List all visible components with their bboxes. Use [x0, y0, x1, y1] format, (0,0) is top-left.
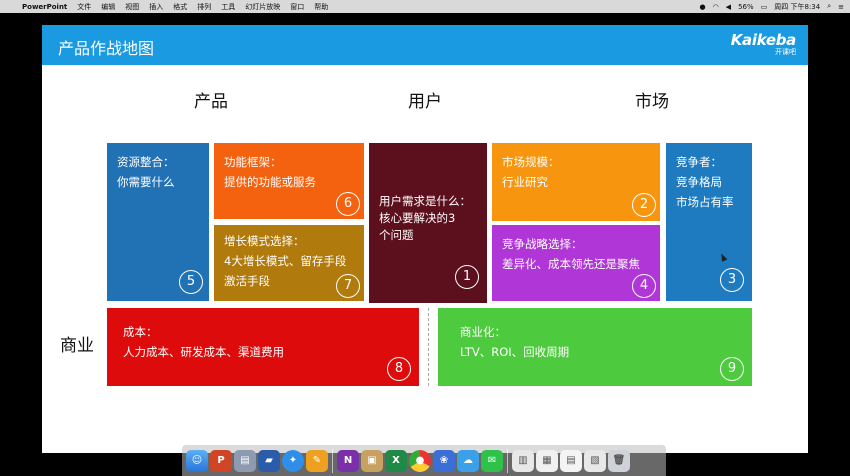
finder-icon[interactable]: ☺: [186, 449, 208, 472]
slide: 产品作战地图 Kaikeba 开课吧 产品 用户 市场 商业 资源整合： 你需要…: [42, 25, 808, 453]
logo-text: Kaikeba: [730, 31, 797, 49]
column-header-product: 产品: [194, 92, 228, 112]
card-cost: 成本： 人力成本、研发成本、渠道费用 8: [107, 308, 419, 386]
onenote-icon[interactable]: N: [337, 449, 359, 472]
card-number-badge: 6: [336, 192, 360, 216]
card-text: 差异化、成本领先还是聚焦: [502, 257, 640, 271]
menu-help[interactable]: 帮助: [314, 2, 328, 12]
card-text: 激活手段: [224, 274, 270, 288]
office-icon[interactable]: ▣: [361, 449, 383, 472]
card-market-size: 市场规模： 行业研究 2: [492, 143, 660, 221]
card-title: 功能框架：: [224, 155, 282, 169]
safari-icon[interactable]: ✦: [282, 449, 304, 472]
card-competitors: 竞争者： 竞争格局 市场占有率 3: [666, 143, 752, 301]
logo-subtext: 开课吧: [775, 48, 796, 56]
card-competitive-strategy: 竞争战略选择： 差异化、成本领先还是聚焦 4: [492, 225, 660, 301]
wifi-icon[interactable]: ◠: [713, 3, 719, 11]
chrome-icon[interactable]: ●: [409, 449, 431, 472]
card-text: 行业研究: [502, 175, 548, 189]
card-text: 竞争格局: [676, 175, 722, 189]
menu-bar: PowerPoint 文件 编辑 视图 插入 格式 排列 工具 幻灯片放映 窗口…: [0, 0, 850, 13]
card-title: 资源整合：: [117, 155, 175, 169]
card-text: 你需要什么: [117, 175, 175, 189]
keynote-icon[interactable]: ▰: [258, 449, 280, 472]
menu-view[interactable]: 视图: [125, 2, 139, 12]
card-title: 竞争者：: [676, 155, 722, 169]
menu-slideshow[interactable]: 幻灯片放映: [245, 2, 280, 12]
wechat-status-icon[interactable]: ●: [699, 3, 705, 11]
menu-window[interactable]: 窗口: [290, 2, 304, 12]
battery-icon[interactable]: ▭: [761, 3, 768, 11]
menu-edit[interactable]: 编辑: [101, 2, 115, 12]
card-title: 竞争战略选择：: [502, 237, 583, 251]
card-text: 市场占有率: [676, 195, 734, 209]
card-text: 4大增长模式、留存手段: [224, 254, 347, 268]
menu-arrange[interactable]: 排列: [197, 2, 211, 12]
card-text: 个问题: [379, 228, 414, 242]
menu-app-name[interactable]: PowerPoint: [22, 3, 67, 11]
card-number-badge: 2: [632, 193, 656, 217]
card-title: 用户需求是什么：: [379, 194, 471, 208]
card-text: 核心要解决的3: [379, 211, 456, 225]
powerpoint-icon[interactable]: P: [210, 449, 232, 472]
app-icon[interactable]: ❀: [433, 449, 455, 472]
preview-icon[interactable]: ▤: [234, 449, 256, 472]
cloud-icon[interactable]: ☁: [457, 449, 479, 472]
dock-separator: [332, 448, 333, 473]
search-icon[interactable]: ⌕: [827, 2, 831, 11]
card-resource-integration: 资源整合： 你需要什么 5: [107, 143, 209, 301]
menu-insert[interactable]: 插入: [149, 2, 163, 12]
card-user-needs: 用户需求是什么： 核心要解决的3 个问题 1: [369, 143, 487, 303]
notification-icon[interactable]: ≡: [838, 3, 844, 11]
card-function-framework: 功能框架： 提供的功能或服务 6: [214, 143, 364, 219]
document-icon[interactable]: ▦: [536, 449, 558, 472]
clock[interactable]: 周四 下午8:34: [774, 2, 820, 12]
pages-icon[interactable]: ✎: [306, 449, 328, 472]
dashed-divider: [428, 308, 429, 386]
card-title: 增长模式选择：: [224, 234, 305, 248]
card-number-badge: 5: [179, 270, 203, 294]
trash-icon[interactable]: 🗑: [608, 449, 630, 472]
card-title: 市场规模：: [502, 155, 560, 169]
status-area: ● ◠ ◀ 56% ▭ 周四 下午8:34 ⌕ ≡: [699, 0, 844, 13]
menu-tools[interactable]: 工具: [221, 2, 235, 12]
slide-title: 产品作战地图: [58, 39, 155, 58]
card-number-badge: 4: [632, 274, 656, 298]
row-header-business: 商业: [60, 336, 94, 356]
column-header-user: 用户: [408, 92, 442, 112]
dock-separator: [507, 448, 508, 473]
menu-file[interactable]: 文件: [77, 2, 91, 12]
card-number-badge: 8: [387, 357, 411, 381]
card-number-badge: 1: [455, 265, 479, 289]
document-icon[interactable]: ▤: [560, 449, 582, 472]
card-number-badge: 7: [336, 274, 360, 298]
kaikeba-logo: Kaikeba 开课吧: [730, 31, 797, 56]
column-header-market: 市场: [635, 92, 669, 112]
card-growth-model: 增长模式选择： 4大增长模式、留存手段 激活手段 7: [214, 225, 364, 301]
document-icon[interactable]: ▥: [512, 449, 534, 472]
battery-percent[interactable]: 56%: [738, 3, 754, 11]
excel-icon[interactable]: X: [385, 449, 407, 472]
card-number-badge: 3: [720, 268, 744, 292]
menu-format[interactable]: 格式: [173, 2, 187, 12]
card-title: 商业化：: [460, 325, 506, 339]
slide-header: 产品作战地图 Kaikeba 开课吧: [42, 25, 808, 65]
card-text: 人力成本、研发成本、渠道费用: [123, 345, 284, 359]
card-title: 成本：: [123, 325, 158, 339]
card-number-badge: 9: [720, 357, 744, 381]
wechat-icon[interactable]: ✉: [481, 449, 503, 472]
card-text: 提供的功能或服务: [224, 175, 316, 189]
dock: ☺ P ▤ ▰ ✦ ✎ N ▣ X ● ❀ ☁ ✉ ▥ ▦ ▤ ▧ 🗑: [182, 445, 666, 476]
card-commercialization: 商业化： LTV、ROI、回收周期 9: [438, 308, 752, 386]
volume-icon[interactable]: ◀: [726, 3, 731, 11]
card-text: LTV、ROI、回收周期: [460, 345, 570, 359]
document-icon[interactable]: ▧: [584, 449, 606, 472]
